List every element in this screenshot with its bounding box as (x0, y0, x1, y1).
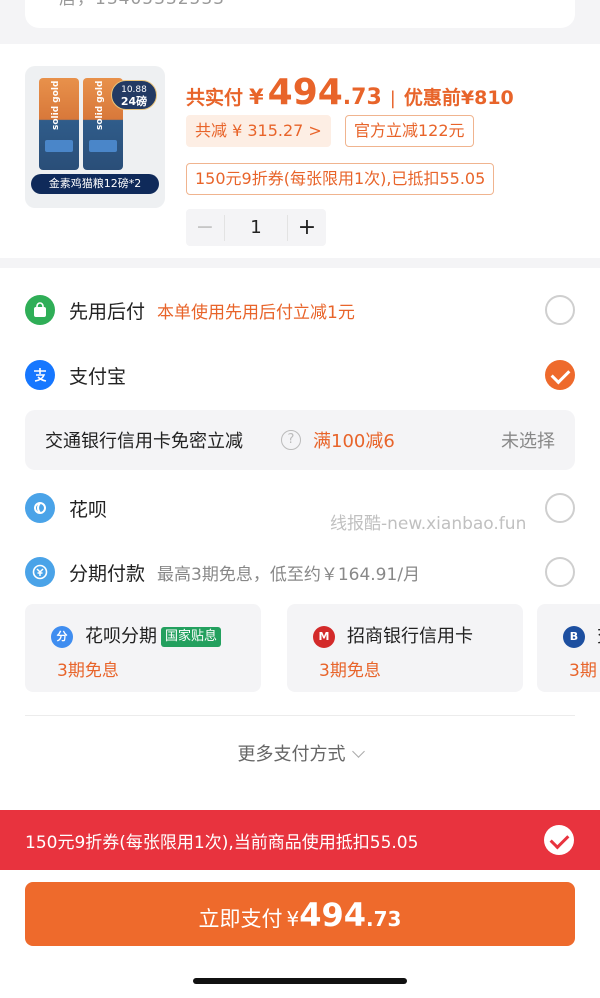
alipay-radio-checked[interactable] (545, 360, 575, 390)
bank-icon: B (563, 626, 585, 648)
installment-icon (25, 557, 55, 587)
price-before-label: 优惠前 (403, 87, 461, 109)
product-section: solid gold solid gold 10.88 24磅 金素鸡猫粮12磅… (0, 44, 600, 258)
installment-card-term: 3期免息 (57, 661, 119, 681)
pay-now-label: 立即支付 (198, 907, 283, 931)
pay-later-option[interactable]: 先用后付 本单使用先用后付立减1元 (25, 292, 575, 328)
installment-card-term: 3期 (569, 661, 597, 681)
pay-now-integer: 494 (299, 896, 367, 934)
subsidy-badge: 国家贴息 (161, 627, 222, 647)
installment-radio[interactable] (545, 557, 575, 587)
bank-promo-row[interactable]: 交通银行信用卡免密立减 ? 满100减6 未选择 (25, 410, 575, 470)
quantity-stepper: − 1 + (186, 209, 326, 246)
watermark: 线报酷-new.xianbao.fun (330, 514, 527, 534)
chevron-down-icon (351, 745, 365, 758)
pay-later-note: 本单使用先用后付立减1元 (157, 302, 355, 323)
installment-card-term: 3期免息 (319, 661, 381, 681)
divider (25, 715, 575, 716)
currency-symbol: ¥ (249, 85, 264, 109)
coupon-check-icon[interactable] (544, 825, 574, 855)
help-icon[interactable]: ? (281, 430, 301, 450)
pay-now-decimal: .73 (366, 907, 402, 931)
price-summary: 共实付 ¥ 494 .73 | 优惠前 ¥810 (186, 72, 514, 113)
alipay-icon (25, 360, 55, 390)
pay-now-currency: ¥ (286, 907, 300, 931)
pay-now-button[interactable]: 立即支付 ¥ 494 .73 (25, 882, 575, 946)
total-pay-label: 共实付 (186, 87, 244, 109)
cmb-bank-icon: M (313, 626, 335, 648)
address-text: 居，13405332533 (59, 0, 225, 9)
huabei-icon (25, 493, 55, 523)
price-before-value: ¥810 (460, 87, 514, 109)
huabei-installment-icon: 分 (51, 626, 73, 648)
coupon-banner[interactable]: 150元9折券(每张限用1次),当前商品使用抵扣55.05 (0, 810, 600, 870)
official-discount-tag: 官方立减122元 (345, 115, 474, 147)
bank-promo-deal: 满100减6 (313, 431, 395, 452)
quantity-value[interactable]: 1 (224, 214, 288, 241)
huabei-radio[interactable] (545, 493, 575, 523)
shopping-bag-icon (25, 295, 55, 325)
product-bag-image: solid gold (39, 78, 79, 170)
coupon-tag: 150元9折券(每张限用1次),已抵扣55.05 (186, 163, 495, 195)
installment-card-cmb[interactable]: M 招商银行信用卡 3期免息 (287, 604, 523, 692)
alipay-option[interactable]: 支付宝 (25, 357, 575, 393)
product-caption: 金素鸡猫粮12磅*2 (31, 174, 159, 194)
bank-promo-label: 交通银行信用卡免密立减 (45, 431, 243, 452)
price-decimal: .73 (342, 85, 382, 110)
huabei-label: 花呗 (69, 498, 108, 521)
installment-note: 最高3期免息，低至约￥164.91/月 (157, 564, 421, 585)
price-integer: 494 (267, 72, 343, 113)
installment-card-third[interactable]: B 交 3期 (537, 604, 600, 692)
installment-card-huabei[interactable]: 分 花呗分期 国家贴息 3期免息 (25, 604, 261, 692)
bottom-bar: 立即支付 ¥ 494 .73 (0, 870, 600, 998)
more-payment-label: 更多支付方式 (237, 744, 346, 765)
quantity-minus-button[interactable]: − (186, 215, 224, 240)
pay-later-label: 先用后付 (69, 300, 146, 323)
checkout-page: 居，13405332533 solid gold solid gold 10.8… (0, 0, 600, 998)
address-card[interactable]: 居，13405332533 (25, 0, 575, 28)
weight-badge: 10.88 24磅 (111, 80, 157, 110)
price-separator: | (389, 88, 396, 109)
coupon-banner-text: 150元9折券(每张限用1次),当前商品使用抵扣55.05 (25, 833, 419, 853)
quantity-plus-button[interactable]: + (288, 215, 326, 240)
product-thumbnail[interactable]: solid gold solid gold 10.88 24磅 金素鸡猫粮12磅… (25, 66, 165, 208)
bank-promo-state: 未选择 (501, 431, 555, 452)
payment-methods: 先用后付 本单使用先用后付立减1元 支付宝 交通银行信用卡免密立减 ? 满100… (0, 268, 600, 810)
alipay-label: 支付宝 (69, 365, 127, 388)
home-indicator[interactable] (193, 978, 407, 984)
more-payment-methods[interactable]: 更多支付方式 (0, 740, 600, 766)
pay-later-radio[interactable] (545, 295, 575, 325)
installment-label: 分期付款 (69, 562, 146, 585)
total-discount-tag[interactable]: 共减 ¥ 315.27 > (186, 115, 331, 147)
installment-card-name: 招商银行信用卡 (347, 626, 473, 647)
installment-option[interactable]: 分期付款 最高3期免息，低至约￥164.91/月 (25, 554, 575, 590)
installment-card-name: 花呗分期 国家贴息 (85, 622, 222, 648)
